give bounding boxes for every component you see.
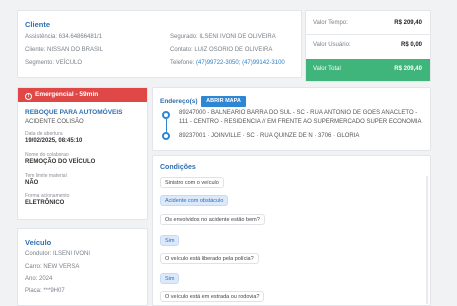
value-user-label: Valor Usuário: — [313, 42, 351, 48]
phone-link[interactable]: (47)99722-3050; (47)99142-3100 — [196, 60, 285, 66]
values-card: Valor Tempo: R$ 209,40 Valor Usuário: R$… — [305, 10, 431, 82]
collab-value: REMOÇÃO DO VEÍCULO — [25, 159, 96, 165]
collab-label: Nome do colaborao — [25, 152, 69, 158]
phone-label: Telefone: — [170, 60, 197, 66]
condition-chip[interactable]: Sinistro com o veículo — [160, 177, 224, 188]
assistance-number: Assistência: 634.64866481/1 — [25, 34, 103, 40]
segment: Segmento: VEÍCULO — [25, 60, 83, 66]
service-reason: ACIDENTE COLISÃO — [25, 119, 84, 125]
emergency-card: ! Emergencial - 59min REBOQUE PARA AUTOMÓ… — [17, 87, 148, 220]
address-title: Endereço(s) — [160, 98, 198, 105]
material-value: NÃO — [25, 180, 39, 186]
vehicle-driver: Condutor: ILSENI IVONI — [25, 251, 91, 257]
vehicle-card: Veículo Condutor: ILSENI IVONI Carro: NE… — [17, 228, 148, 306]
origin-pin-icon — [162, 111, 170, 119]
condition-question[interactable]: O veículo está em estrada ou rodovia? — [160, 291, 265, 302]
open-map-button[interactable]: ABRIR MAPA — [201, 96, 246, 107]
contact-name: Contato: LUIZ OSORIO DE OLIVEIRA — [170, 47, 273, 53]
service-name: REBOQUE PARA AUTOMÓVEIS — [25, 109, 123, 116]
client-card: Cliente Assistência: 634.64866481/1 Clie… — [17, 10, 302, 78]
condition-chip-selected[interactable]: Acidente com obstáculo — [160, 195, 229, 206]
condition-answer[interactable]: Sim — [160, 235, 180, 246]
alert-icon: ! — [25, 93, 32, 100]
condition-question[interactable]: Os envolvidos no acidente estão bem? — [160, 214, 265, 225]
destination-address: 89237001 · JOINVILLE · SC · RUA QUINZE D… — [179, 133, 360, 139]
value-time-label: Valor Tempo: — [313, 20, 348, 26]
material-label: Tem limite material — [25, 173, 67, 179]
conditions-card: Condições Sinistro com o veículo Acident… — [152, 155, 431, 306]
vehicle-plate: Placa: ***9H07 — [25, 288, 65, 294]
address-card: Endereço(s) ABRIR MAPA 89247000 - BALNEA… — [152, 87, 431, 151]
mode-value: ELETRÔNICO — [25, 200, 65, 206]
value-user-row: Valor Usuário: R$ 0,00 — [306, 35, 430, 57]
open-date: 19/02/2025, 08:45:10 — [25, 138, 83, 144]
vehicle-title: Veículo — [25, 238, 52, 247]
value-total: R$ 209,40 — [394, 66, 422, 72]
mode-label: Forma acionamento — [25, 193, 70, 199]
condition-answer[interactable]: Sim — [160, 273, 180, 284]
origin-address-line1: 89247000 - BALNEARIO BARRA DO SUL - SC -… — [179, 110, 418, 116]
value-total-row: Valor Total R$ 209,40 — [306, 59, 430, 81]
origin-address-line2: 111 - CENTRO - RESIDENCIA // EM FRENTE A… — [179, 119, 422, 125]
insured-name: Segurado: ILSENI IVONI DE OLIVEIRA — [170, 34, 276, 40]
value-time: R$ 209,40 — [394, 20, 422, 26]
value-total-label: Valor Total — [313, 66, 341, 72]
value-time-row: Valor Tempo: R$ 209,40 — [306, 13, 430, 35]
conditions-scrollbar[interactable] — [426, 176, 428, 304]
destination-pin-icon — [162, 132, 170, 140]
conditions-title: Condições — [160, 164, 196, 171]
emergency-label: Emergencial - 59min — [35, 91, 99, 98]
vehicle-year: Ano: 2024 — [25, 276, 53, 282]
open-date-label: Data de abertura — [25, 131, 63, 137]
client-name: Cliente: NISSAN DO BRASIL — [25, 47, 104, 53]
phone-row: Telefone: (47)99722-3050; (47)99142-3100 — [170, 60, 285, 66]
emergency-header: ! Emergencial - 59min — [18, 88, 147, 102]
value-user: R$ 0,00 — [400, 42, 422, 48]
client-title: Cliente — [25, 20, 51, 29]
route-line — [166, 119, 167, 132]
vehicle-car: Carro: NEW VERSA — [25, 264, 80, 270]
condition-question[interactable]: O veículo está liberado pela polícia? — [160, 253, 259, 264]
